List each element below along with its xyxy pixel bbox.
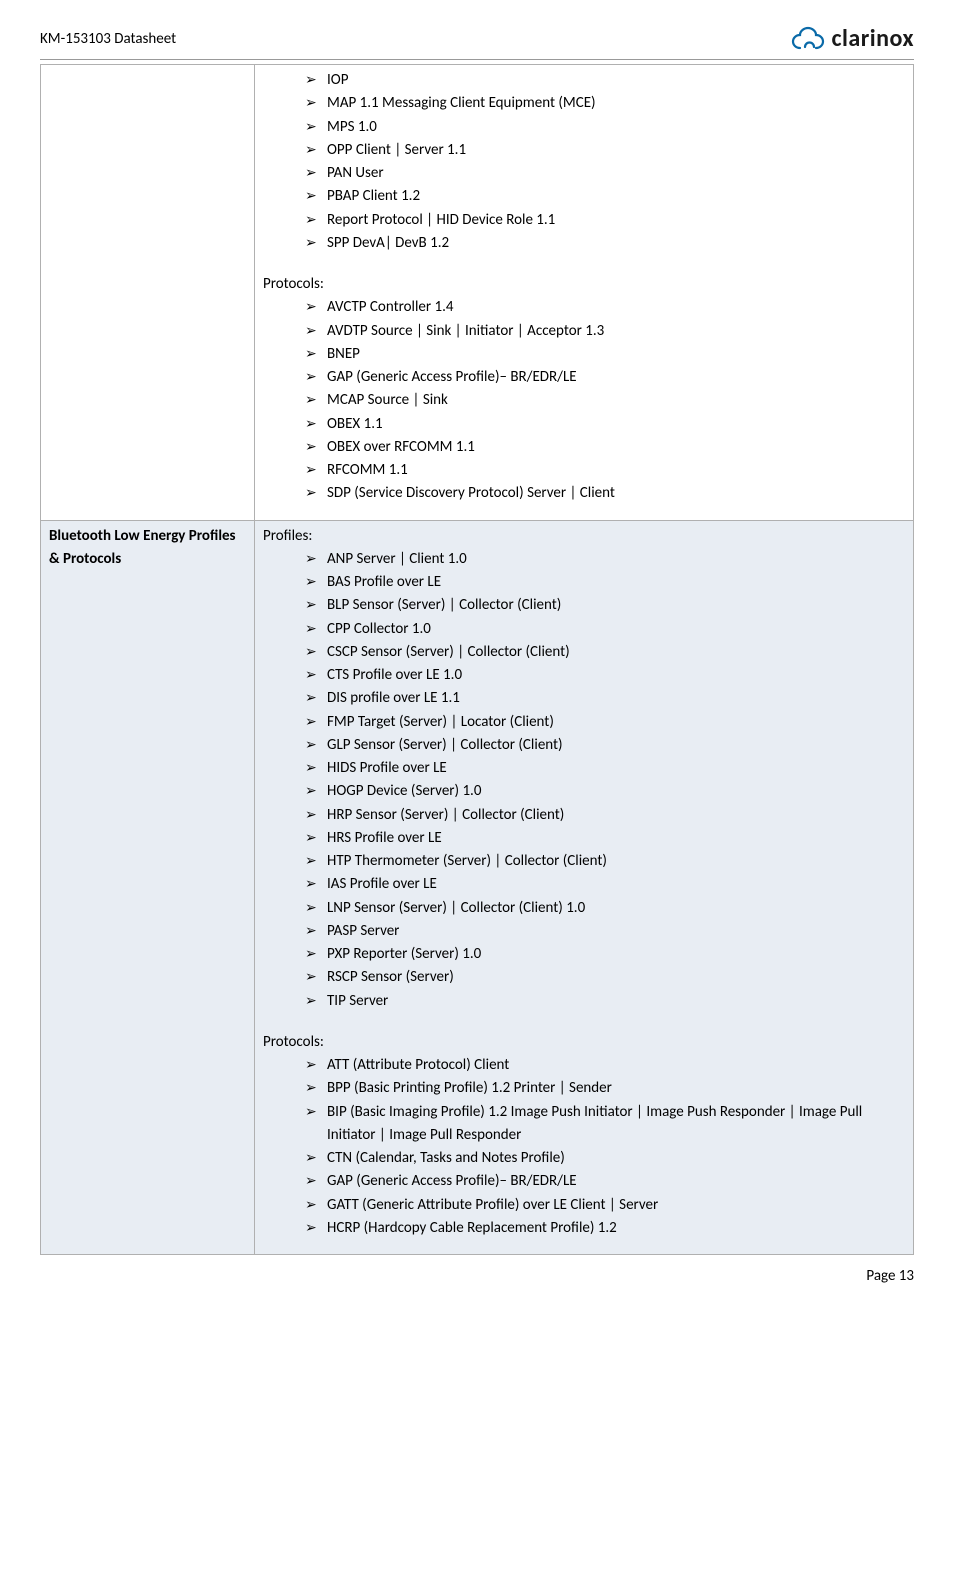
bullet-list: AVCTP Controller 1.4AVDTP Source | Sink … bbox=[263, 296, 905, 505]
page-footer: Page 13 bbox=[40, 1267, 914, 1285]
list-item: MAP 1.1 Messaging Client Equipment (MCE) bbox=[305, 92, 905, 115]
list-item: SPP DevA| DevB 1.2 bbox=[305, 232, 905, 255]
list-item: DIS profile over LE 1.1 bbox=[305, 687, 905, 710]
list-item: BNEP bbox=[305, 343, 905, 366]
cloud-icon bbox=[791, 26, 825, 52]
list-item: OBEX over RFCOMM 1.1 bbox=[305, 436, 905, 459]
list-item: CTN (Calendar, Tasks and Notes Profile) bbox=[305, 1147, 905, 1170]
list-item: HRP Sensor (Server) | Collector (Client) bbox=[305, 804, 905, 827]
list-item: PBAP Client 1.2 bbox=[305, 185, 905, 208]
list-item: BIP (Basic Imaging Profile) 1.2 Image Pu… bbox=[305, 1101, 905, 1148]
list-item: GAP (Generic Access Profile)– BR/EDR/LE bbox=[305, 366, 905, 389]
list-item: AVCTP Controller 1.4 bbox=[305, 296, 905, 319]
list-item: FMP Target (Server) | Locator (Client) bbox=[305, 711, 905, 734]
list-item: RFCOMM 1.1 bbox=[305, 459, 905, 482]
bullet-list: IOPMAP 1.1 Messaging Client Equipment (M… bbox=[263, 69, 905, 255]
list-item: ATT (Attribute Protocol) Client bbox=[305, 1054, 905, 1077]
list-item: SDP (Service Discovery Protocol) Server … bbox=[305, 482, 905, 505]
list-item: PAN User bbox=[305, 162, 905, 185]
list-item: ANP Server | Client 1.0 bbox=[305, 548, 905, 571]
list-item: IOP bbox=[305, 69, 905, 92]
page-number: Page 13 bbox=[866, 1267, 914, 1285]
list-item: HCRP (Hardcopy Cable Replacement Profile… bbox=[305, 1217, 905, 1240]
list-item: CSCP Sensor (Server) | Collector (Client… bbox=[305, 641, 905, 664]
brand-name: clarinox bbox=[831, 24, 914, 53]
list-item: GLP Sensor (Server) | Collector (Client) bbox=[305, 734, 905, 757]
list-item: MPS 1.0 bbox=[305, 116, 905, 139]
bullet-list: ATT (Attribute Protocol) ClientBPP (Basi… bbox=[263, 1054, 905, 1240]
list-item: LNP Sensor (Server) | Collector (Client)… bbox=[305, 897, 905, 920]
list-item: AVDTP Source | Sink | Initiator | Accept… bbox=[305, 320, 905, 343]
list-item: MCAP Source | Sink bbox=[305, 389, 905, 412]
page-header: KM-153103 Datasheet clarinox bbox=[40, 24, 914, 60]
list-item: HIDS Profile over LE bbox=[305, 757, 905, 780]
list-item: GAP (Generic Access Profile)– BR/EDR/LE bbox=[305, 1170, 905, 1193]
list-item: BAS Profile over LE bbox=[305, 571, 905, 594]
list-item: GATT (Generic Attribute Profile) over LE… bbox=[305, 1194, 905, 1217]
list-item: HRS Profile over LE bbox=[305, 827, 905, 850]
section-heading: Protocols: bbox=[263, 273, 905, 296]
list-item: Report Protocol | HID Device Role 1.1 bbox=[305, 209, 905, 232]
list-item: PASP Server bbox=[305, 920, 905, 943]
section-heading: Protocols: bbox=[263, 1031, 905, 1054]
list-item: BPP (Basic Printing Profile) 1.2 Printer… bbox=[305, 1077, 905, 1100]
list-item: HTP Thermometer (Server) | Collector (Cl… bbox=[305, 850, 905, 873]
brand-logo: clarinox bbox=[791, 24, 914, 53]
section-heading: Profiles: bbox=[263, 525, 905, 548]
row-content: Profiles: ANP Server | Client 1.0BAS Pro… bbox=[255, 520, 914, 1255]
list-item: RSCP Sensor (Server) bbox=[305, 966, 905, 989]
list-item: OPP Client | Server 1.1 bbox=[305, 139, 905, 162]
list-item: HOGP Device (Server) 1.0 bbox=[305, 780, 905, 803]
table-row: Bluetooth Low Energy Profiles & Protocol… bbox=[41, 520, 914, 1255]
list-item: CTS Profile over LE 1.0 bbox=[305, 664, 905, 687]
table-row: IOPMAP 1.1 Messaging Client Equipment (M… bbox=[41, 65, 914, 521]
row-content: IOPMAP 1.1 Messaging Client Equipment (M… bbox=[255, 65, 914, 521]
list-item: PXP Reporter (Server) 1.0 bbox=[305, 943, 905, 966]
row-label bbox=[41, 65, 255, 521]
doc-title: KM-153103 Datasheet bbox=[40, 30, 176, 48]
row-label: Bluetooth Low Energy Profiles & Protocol… bbox=[41, 520, 255, 1255]
list-item: TIP Server bbox=[305, 990, 905, 1013]
list-item: BLP Sensor (Server) | Collector (Client) bbox=[305, 594, 905, 617]
list-item: CPP Collector 1.0 bbox=[305, 618, 905, 641]
list-item: IAS Profile over LE bbox=[305, 873, 905, 896]
spec-table: IOPMAP 1.1 Messaging Client Equipment (M… bbox=[40, 64, 914, 1255]
list-item: OBEX 1.1 bbox=[305, 413, 905, 436]
bullet-list: ANP Server | Client 1.0BAS Profile over … bbox=[263, 548, 905, 1013]
